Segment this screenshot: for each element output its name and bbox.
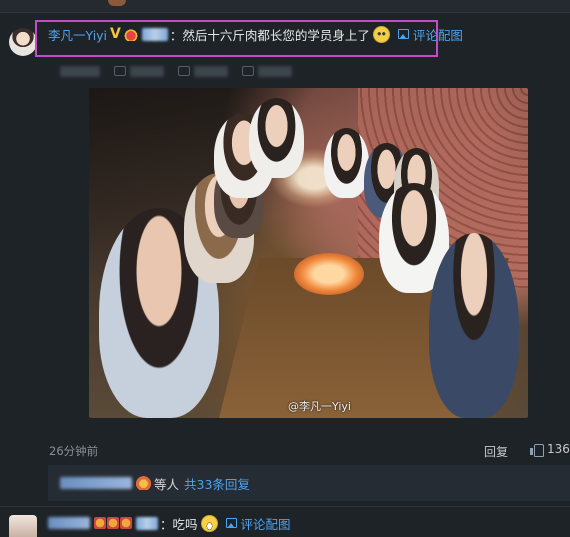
- comment-text: ：吃吗: [160, 516, 198, 532]
- replies-summary: 等人 共33条回复: [48, 465, 570, 501]
- comment-timestamp: 26分钟前: [49, 444, 99, 458]
- comment-photo[interactable]: [89, 88, 528, 418]
- view-image-link[interactable]: 评论配图: [397, 25, 463, 44]
- replies-others-text: 等人: [154, 476, 180, 492]
- photo-person: [429, 233, 519, 418]
- zoom-icon: [114, 66, 126, 76]
- divider: [0, 506, 570, 507]
- view-all-replies-link[interactable]: 共33条回复: [184, 474, 250, 493]
- view-image-link[interactable]: 评论配图: [225, 514, 291, 533]
- previous-comment-badge: [108, 0, 126, 6]
- verified-v-badge[interactable]: V: [110, 26, 121, 42]
- thumbs-up-icon: [530, 443, 544, 457]
- view-image-label: 评论配图: [412, 27, 463, 43]
- next-user-avatar[interactable]: [9, 515, 37, 537]
- rotate-right-icon: [242, 66, 254, 76]
- image-toolbar: [60, 60, 420, 82]
- username-link[interactable]: 李凡一Yiyi: [48, 25, 107, 44]
- badge-icon: [120, 517, 132, 529]
- photo-person: [249, 98, 304, 178]
- next-comment: ：吃吗 评论配图: [48, 514, 291, 532]
- divider: [0, 12, 570, 13]
- toolbar-rotate-left[interactable]: [178, 65, 228, 77]
- view-image-label: 评论配图: [240, 516, 291, 532]
- fan-badge-icon: [136, 476, 151, 490]
- blurred-username[interactable]: [48, 517, 90, 529]
- image-icon: [225, 518, 237, 528]
- grin-emoji-icon: [200, 514, 218, 532]
- image-icon: [397, 29, 409, 39]
- like-button[interactable]: 136: [530, 442, 570, 457]
- toolbar-collapse[interactable]: [60, 65, 100, 77]
- comment-text: ：然后十六斤肉都长您的学员身上了: [169, 27, 370, 43]
- photo-hotpot: [294, 253, 364, 295]
- blurred-tag: [136, 516, 158, 530]
- rotate-left-icon: [178, 66, 190, 76]
- previous-comment-strip: [0, 0, 570, 12]
- blurred-reply-user: [60, 477, 132, 489]
- nerd-emoji-icon: [372, 25, 390, 43]
- toolbar-view-large[interactable]: [114, 65, 164, 77]
- like-count: 136: [547, 442, 570, 456]
- badge-icon: [107, 517, 119, 529]
- photo-person: [324, 128, 369, 198]
- fan-badge-icon[interactable]: [123, 27, 138, 41]
- user-avatar[interactable]: [9, 28, 37, 56]
- badge-icon: [94, 517, 106, 529]
- main-comment: 李凡一Yiyi V ：然后十六斤肉都长您的学员身上了 评论配图: [48, 25, 463, 43]
- user-badges: [94, 517, 132, 529]
- reply-button[interactable]: 回复: [484, 443, 508, 460]
- photo-watermark: @李凡一Yiyi: [288, 400, 351, 413]
- blurred-tag: [141, 27, 168, 41]
- toolbar-rotate-right[interactable]: [242, 65, 292, 77]
